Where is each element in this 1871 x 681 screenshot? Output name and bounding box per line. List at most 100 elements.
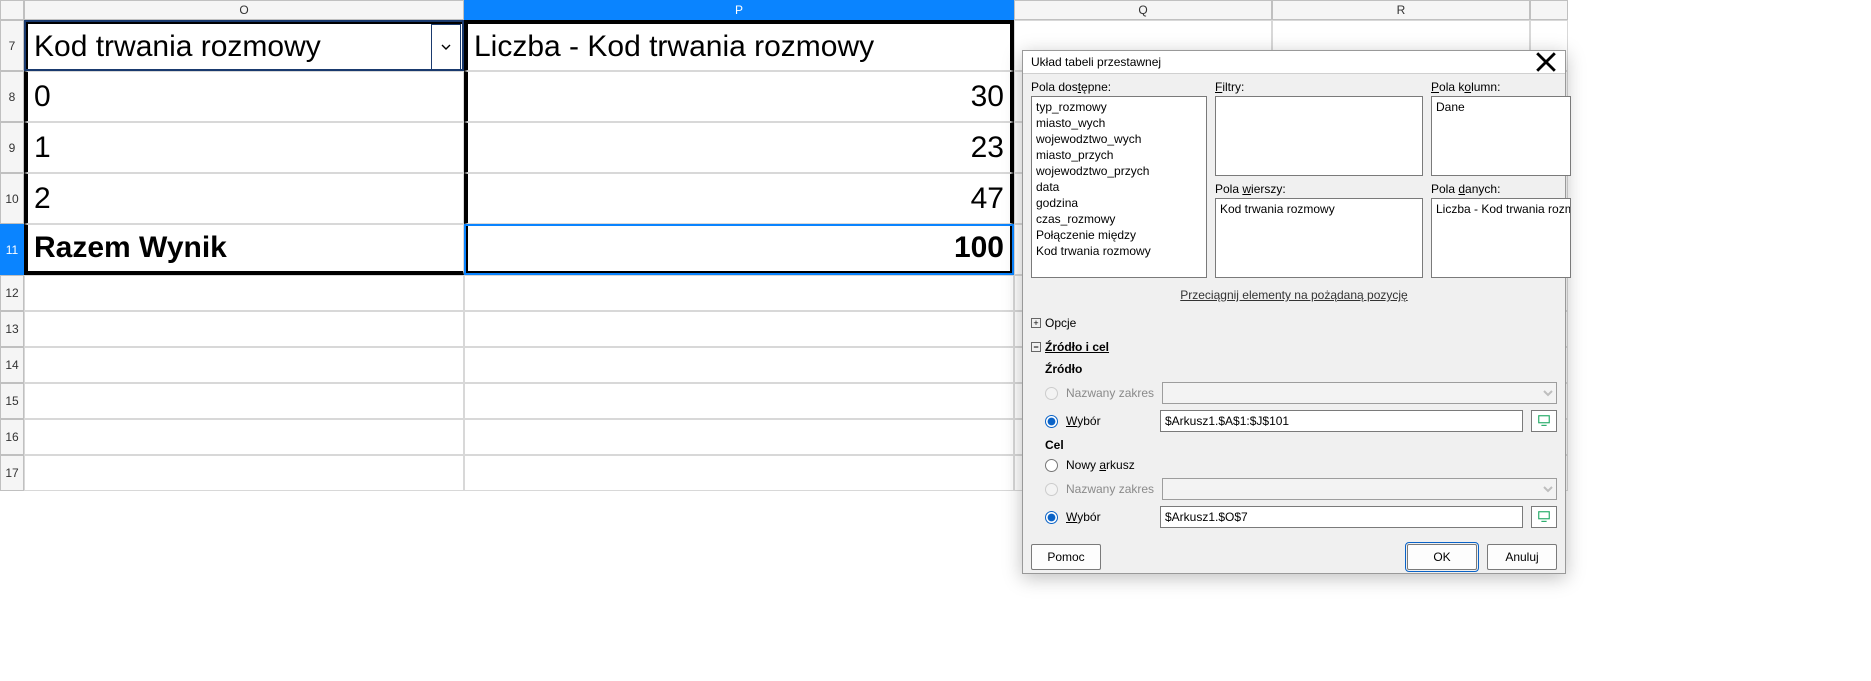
available-fields: Pola dostępne: typ_rozmowymiasto_wychwoj…: [1031, 80, 1207, 278]
cell-O17[interactable]: [24, 455, 464, 491]
dialog-title-bar[interactable]: Układ tabeli przestawnej: [1023, 51, 1565, 74]
row-header-13[interactable]: 13: [0, 311, 24, 347]
source-range-picker[interactable]: [1531, 410, 1557, 432]
list-item[interactable]: Liczba - Kod trwania rozmowy: [1436, 201, 1566, 217]
row-header-9[interactable]: 9: [0, 122, 24, 173]
cell-O16[interactable]: [24, 419, 464, 455]
corner-cell[interactable]: [0, 0, 24, 20]
help-button[interactable]: Pomoc: [1031, 544, 1101, 570]
cell-P16[interactable]: [464, 419, 1014, 455]
options-expander-label: Opcje: [1045, 316, 1076, 330]
available-label: Pola dostępne:: [1031, 80, 1207, 94]
data-fields-listbox[interactable]: Liczba - Kod trwania rozmowy: [1431, 198, 1571, 278]
dialog-buttons: Pomoc OK Anuluj: [1031, 534, 1557, 570]
pivot-key-0[interactable]: 0: [24, 71, 464, 122]
row-header-16[interactable]: 16: [0, 419, 24, 455]
pivot-row-header-label: Kod trwania rozmowy: [34, 30, 321, 64]
row-fields-listbox[interactable]: Kod trwania rozmowy: [1215, 198, 1423, 278]
list-item[interactable]: typ_rozmowy: [1036, 99, 1202, 115]
source-selection-radio[interactable]: [1045, 415, 1058, 428]
pivot-value-header-cell[interactable]: Liczba - Kod trwania rozmowy: [464, 20, 1014, 71]
expand-minus-icon: −: [1031, 342, 1041, 352]
pivot-value-header-label: Liczba - Kod trwania rozmowy: [474, 30, 874, 64]
cell-P15[interactable]: [464, 383, 1014, 419]
source-named-label: Nazwany zakres: [1066, 386, 1154, 400]
column-fields-label: Pola kolumn:: [1431, 80, 1571, 94]
list-item[interactable]: Połączenie między: [1036, 227, 1202, 243]
help-button-label: Pomoc: [1047, 550, 1084, 564]
list-item[interactable]: czas_rozmowy: [1036, 211, 1202, 227]
drag-hint: Przeciągnij elementy na pożądaną pozycję: [1031, 284, 1557, 308]
filters-listbox[interactable]: [1215, 96, 1423, 176]
list-item[interactable]: Kod trwania rozmowy: [1036, 243, 1202, 259]
row-header-17[interactable]: 17: [0, 455, 24, 491]
source-selection-input[interactable]: [1160, 410, 1523, 432]
row-header-14[interactable]: 14: [0, 347, 24, 383]
cell-P14[interactable]: [464, 347, 1014, 383]
cell-P13[interactable]: [464, 311, 1014, 347]
cell-P12[interactable]: [464, 275, 1014, 311]
close-button[interactable]: [1535, 51, 1557, 73]
dest-newsheet-label: Nowy arkusz: [1066, 458, 1152, 472]
pivot-val-1[interactable]: 23: [464, 122, 1014, 173]
dialog-body: FFiltry:iltry: Pola kolumn: Dane Pola do…: [1023, 74, 1565, 578]
source-named-select: [1162, 382, 1557, 404]
available-fields-listbox[interactable]: typ_rozmowymiasto_wychwojewodztwo_wychmi…: [1031, 96, 1207, 278]
pivot-total-value[interactable]: 100: [464, 224, 1014, 275]
pivot-filter-dropdown[interactable]: [431, 24, 461, 70]
row-fields-label: Pola wierszy:: [1215, 182, 1423, 196]
pivot-val-2[interactable]: 47: [464, 173, 1014, 224]
cell-O14[interactable]: [24, 347, 464, 383]
dest-range-picker[interactable]: [1531, 506, 1557, 528]
cell-O15[interactable]: [24, 383, 464, 419]
row-header-12[interactable]: 12: [0, 275, 24, 311]
dest-selection-input[interactable]: [1160, 506, 1523, 528]
chevron-down-icon: [441, 42, 451, 52]
pivot-row-header-cell[interactable]: Kod trwania rozmowy: [24, 20, 464, 71]
row-header-11[interactable]: 11: [0, 224, 24, 275]
row-header-8[interactable]: 8: [0, 71, 24, 122]
cell-O12[interactable]: [24, 275, 464, 311]
options-expander[interactable]: + Opcje: [1031, 314, 1557, 332]
list-item[interactable]: godzina: [1036, 195, 1202, 211]
pivot-total-label[interactable]: Razem Wynik: [24, 224, 464, 275]
column-header-S[interactable]: [1530, 0, 1568, 20]
list-item[interactable]: data: [1036, 179, 1202, 195]
list-item[interactable]: Kod trwania rozmowy: [1220, 201, 1418, 217]
dest-selection-radio[interactable]: [1045, 511, 1058, 524]
column-fields-listbox[interactable]: Dane: [1431, 96, 1571, 176]
ok-button[interactable]: OK: [1407, 544, 1477, 570]
filters-label: FFiltry:iltry:: [1215, 80, 1423, 94]
source-dest-expander[interactable]: − Źródło i cel: [1031, 338, 1557, 356]
cell-O13[interactable]: [24, 311, 464, 347]
cell-P17[interactable]: [464, 455, 1014, 491]
list-item[interactable]: miasto_przych: [1036, 147, 1202, 163]
data-fields: Pola danych: Liczba - Kod trwania rozmow…: [1431, 182, 1571, 278]
pivot-key-1[interactable]: 1: [24, 122, 464, 173]
close-icon: [1535, 51, 1557, 73]
pivot-val-0[interactable]: 30: [464, 71, 1014, 122]
column-header-Q[interactable]: Q: [1014, 0, 1272, 20]
column-header-P[interactable]: P: [464, 0, 1014, 20]
pivot-key-2[interactable]: 2: [24, 173, 464, 224]
cancel-button[interactable]: Anuluj: [1487, 544, 1557, 570]
list-item[interactable]: Dane: [1436, 99, 1566, 115]
row-header-15[interactable]: 15: [0, 383, 24, 419]
column-header-O[interactable]: O: [24, 0, 464, 20]
list-item[interactable]: wojewodztwo_wych: [1036, 131, 1202, 147]
dest-named-radio: [1045, 483, 1058, 496]
dest-selection-row: Wybór: [1045, 506, 1557, 528]
column-header-R[interactable]: R: [1272, 0, 1530, 20]
row-header-7[interactable]: 7: [0, 20, 24, 71]
pivot-layout-dialog: Układ tabeli przestawnej FFiltry:iltry: …: [1022, 50, 1566, 574]
dialog-title: Układ tabeli przestawnej: [1031, 55, 1161, 69]
source-selection-label: Wybór: [1066, 414, 1152, 428]
row-header-10[interactable]: 10: [0, 173, 24, 224]
list-item[interactable]: wojewodztwo_przych: [1036, 163, 1202, 179]
list-item[interactable]: miasto_wych: [1036, 115, 1202, 131]
source-named-radio: [1045, 387, 1058, 400]
dest-selection-label: Wybór: [1066, 510, 1152, 524]
dest-newsheet-radio[interactable]: [1045, 459, 1058, 472]
ok-button-label: OK: [1433, 550, 1450, 564]
source-title: Źródło: [1045, 362, 1557, 376]
